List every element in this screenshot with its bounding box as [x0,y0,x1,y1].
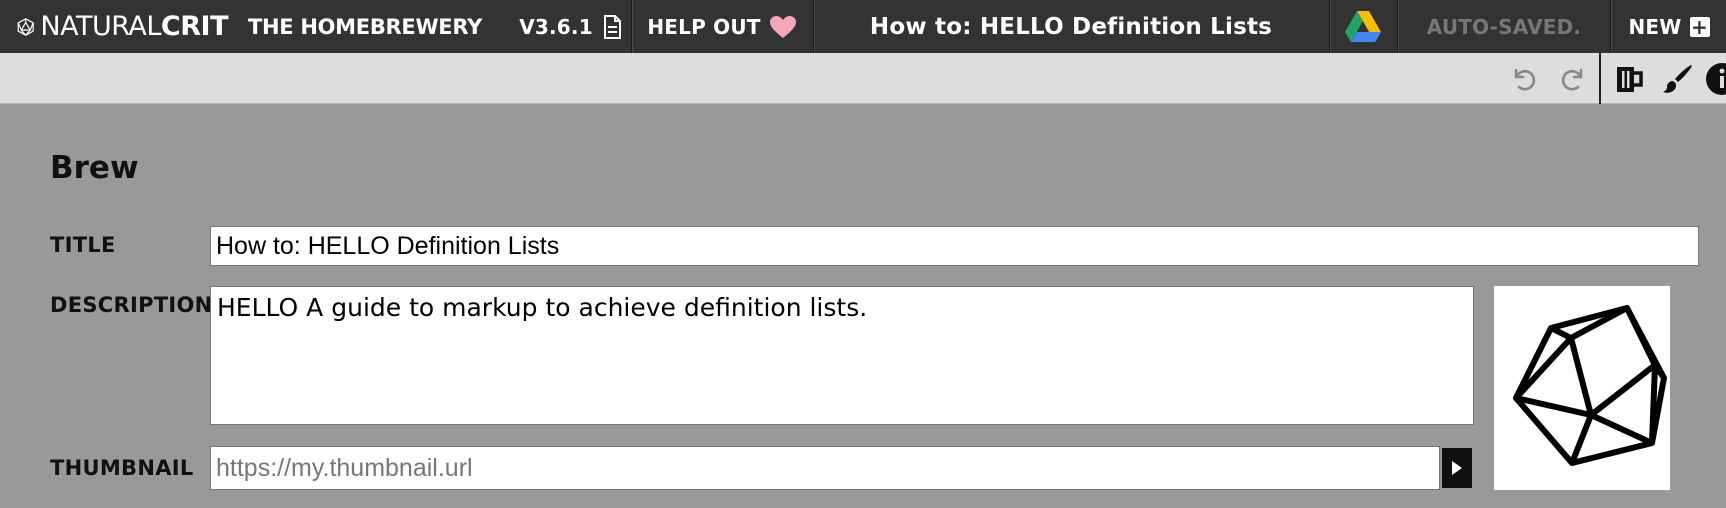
d20-logo-icon [17,17,34,36]
google-drive-button[interactable] [1330,0,1396,53]
title-input[interactable]: How to: HELLO Definition Lists [210,226,1699,266]
new-label: NEW [1628,14,1682,39]
undo-button[interactable] [1506,53,1542,104]
google-drive-icon [1345,10,1381,42]
description-label: DESCRIPTION [50,293,213,317]
logo-text-light: NATURAL [40,11,161,42]
thumbnail-toggle-button[interactable] [1442,448,1472,488]
naturalcrit-logo[interactable]: NATURAL CRIT [16,0,229,53]
help-out-label: HELP OUT [647,14,761,39]
autosave-status: AUTO-SAVED. [1426,14,1582,39]
plus-icon: + [1689,14,1710,39]
caret-right-icon [1452,461,1462,475]
info-icon [1706,62,1726,95]
d20-icon [1513,305,1667,466]
thumbnail-placeholder: https://my.thumbnail.url [216,454,473,482]
tab-brew-editor[interactable] [1608,53,1652,104]
toolbar-divider [1599,53,1601,104]
redo-button[interactable] [1555,53,1591,104]
beer-mug-icon [1617,66,1643,92]
version-link[interactable]: V3.6.1 [505,0,635,53]
new-brew-button[interactable]: NEW + [1612,0,1726,53]
nav-separator [1610,0,1611,53]
title-label: TITLE [50,233,116,257]
thumbnail-url-input[interactable]: https://my.thumbnail.url [210,446,1440,490]
logo-text-bold: CRIT [160,11,229,42]
undo-icon [1514,68,1536,90]
panel-heading: Brew [50,150,139,186]
paintbrush-icon [1663,64,1692,93]
document-title: How to: HELLO Definition Lists [869,13,1273,40]
tab-properties-editor[interactable] [1702,53,1726,104]
document-icon [603,14,621,39]
navbar: NATURAL CRIT THE HOMEBREWERY V3.6.1 HELP … [0,0,1726,53]
thumbnail-label: THUMBNAIL [50,456,194,480]
help-out-button[interactable]: HELP OUT [632,0,812,53]
editor-toolbar [0,53,1726,104]
redo-icon [1561,68,1583,90]
heart-icon [769,15,796,38]
version-label: V3.6.1 [519,14,593,39]
thumbnail-preview [1494,286,1670,490]
description-textarea[interactable]: HELLO A guide to markup to achieve defin… [210,286,1474,425]
homebrewery-brand[interactable]: THE HOMEBREWERY [245,0,485,53]
tab-style-editor[interactable] [1656,53,1700,104]
